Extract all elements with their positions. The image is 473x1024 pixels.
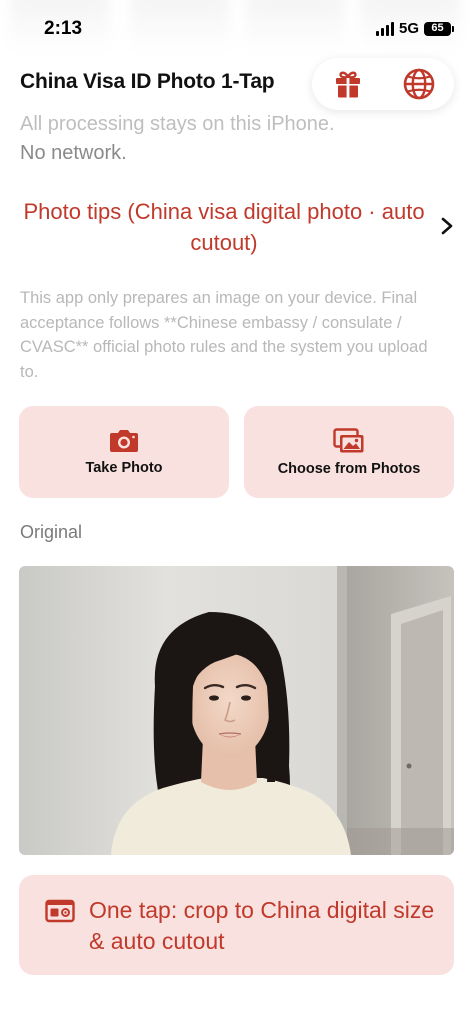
crop-and-cutout-label: One tap: crop to China digital size & au…	[89, 897, 435, 954]
choose-photos-label: Choose from Photos	[277, 460, 421, 477]
app-title: China Visa ID Photo 1-Tap	[20, 70, 275, 93]
battery-icon: 65	[424, 21, 454, 36]
network-type: 5G	[398, 20, 419, 37]
camera-icon	[110, 429, 138, 452]
disclaimer-text: This app only prepares an image on your …	[20, 289, 428, 381]
globe-icon	[403, 68, 434, 100]
gift-button[interactable]	[326, 62, 370, 106]
take-photo-button[interactable]: Take Photo	[19, 406, 229, 498]
choose-from-photos-button[interactable]: Choose from Photos	[244, 406, 454, 498]
header-action-pill	[312, 58, 454, 110]
status-bar: 2:13 5G 65	[0, 0, 473, 58]
photo-tips-label: Photo tips (China visa digital photo · a…	[23, 199, 425, 255]
photo-library-icon	[333, 427, 364, 452]
language-button[interactable]	[397, 62, 441, 106]
crop-and-cutout-button[interactable]: One tap: crop to China digital size & au…	[19, 875, 454, 975]
battery-level: 65	[431, 22, 444, 34]
portrait-photo	[19, 566, 454, 855]
privacy-line-1: All processing stays on this iPhone.	[20, 113, 335, 135]
cellular-signal-icon	[375, 21, 394, 36]
app-screen: 2:13 5G 65 China Visa ID Photo 1-Tap All…	[0, 0, 473, 1024]
original-photo-preview	[19, 566, 454, 855]
photo-tips-link[interactable]: Photo tips (China visa digital photo · a…	[14, 196, 460, 262]
chevron-right-icon	[441, 217, 453, 235]
gift-icon	[335, 71, 360, 98]
take-photo-label: Take Photo	[85, 459, 163, 476]
id-card-icon	[45, 899, 75, 923]
privacy-note: All processing stays on this iPhone. No …	[20, 110, 450, 168]
original-section-label: Original	[20, 522, 83, 542]
privacy-line-2: No network.	[20, 142, 127, 164]
status-indicators: 5G 65	[375, 20, 454, 37]
status-time: 2:13	[44, 18, 83, 39]
